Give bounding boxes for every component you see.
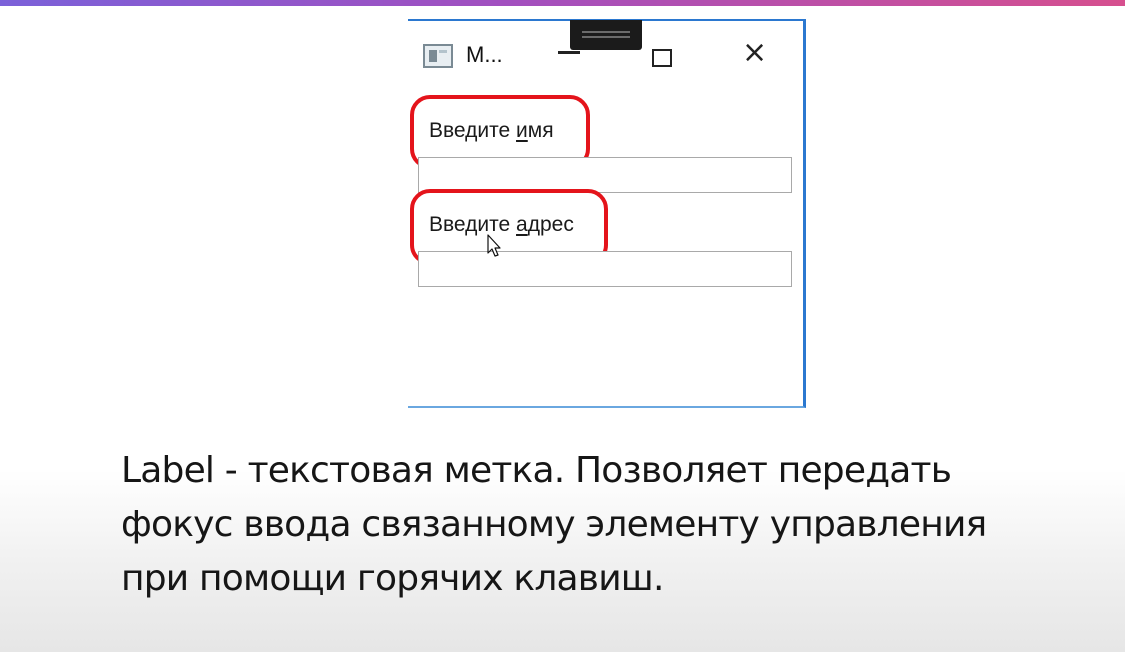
address-input[interactable] [418,251,792,287]
mouse-cursor-icon [487,234,501,257]
window-title: M... [466,42,503,67]
caption-line: фокус ввода связанному элементу управлен… [121,504,987,545]
minimize-icon[interactable] [558,51,580,54]
name-access-key: и [516,119,528,142]
window-app-icon[interactable] [423,44,453,68]
caption-line: Label - текстовая метка. Позволяет перед… [121,450,952,491]
close-icon[interactable]: × [742,35,767,70]
address-access-key: а [516,213,528,236]
slide-caption: Label - текстовая метка. Позволяет перед… [121,444,1081,606]
app-window: M... × Введите имя Введите адрес [408,19,806,408]
maximize-icon[interactable] [652,49,672,67]
name-label[interactable]: Введите имя [429,119,554,143]
caption-line: при помощи горячих клавиш. [121,558,664,599]
top-accent-bar [0,0,1125,6]
overlay-grip-handle[interactable] [570,20,642,50]
name-input[interactable] [418,157,792,193]
